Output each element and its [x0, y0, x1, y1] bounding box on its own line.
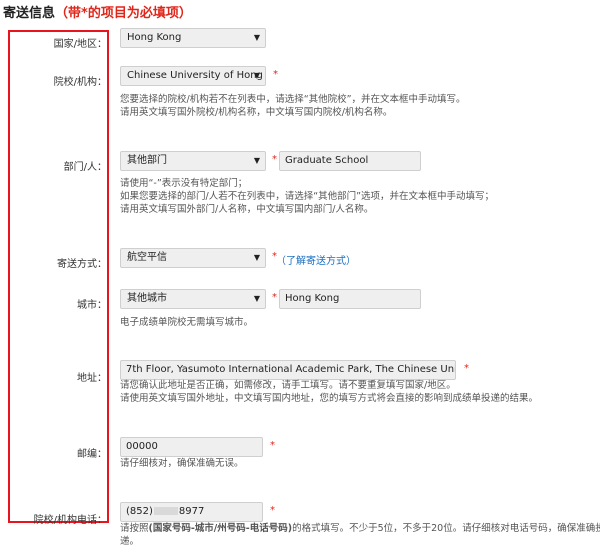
phone-suffix: 8977 [178, 506, 205, 517]
shipping-link-text: 了解寄送方式 [286, 256, 346, 267]
phone-label: 院校/机构电话： [33, 515, 107, 526]
phone-prefix: (852) [126, 506, 153, 517]
section-title-text: 寄送信息 [3, 6, 56, 21]
shipping-select-value: 航空平信 [127, 252, 167, 263]
chevron-down-icon: ▼ [253, 33, 260, 42]
address-label: 地址： [77, 373, 107, 384]
shipping-info-link[interactable]: （了解寄送方式） [276, 252, 356, 267]
chevron-down-icon: ▼ [253, 294, 260, 303]
required-mark: * [272, 292, 277, 303]
department-help-1: 请使用“-”表示没有特定部门； [120, 178, 248, 189]
department-help-2: 如果您要选择的部门/人若不在列表中，请选择“其他部门”选项，并在文本框中手动填写… [120, 191, 495, 202]
chevron-down-icon: ▼ [253, 156, 260, 165]
required-mark: * [270, 440, 275, 451]
postcode-input[interactable]: 00000 [120, 437, 263, 457]
required-note: （带*的项目为必填项） [55, 6, 192, 21]
department-text-input[interactable]: Graduate School [279, 151, 421, 171]
address-input[interactable]: 7th Floor, Yasumoto International Academ… [120, 360, 456, 380]
section-title: 寄送信息（带*的项目为必填项） [3, 2, 192, 21]
department-select-value: 其他部门 [127, 155, 167, 166]
department-help-3: 请用英文填写国外部门/人名称，中文填写国内部门/人名称。 [120, 204, 374, 215]
shipping-select[interactable]: 航空平信 ▼ [120, 248, 266, 268]
institution-select-value: Chinese University of Hong K [127, 70, 266, 81]
city-select[interactable]: 其他城市 ▼ [120, 289, 266, 309]
chevron-down-icon: ▼ [253, 253, 260, 262]
country-label: 国家/地区： [53, 39, 107, 50]
shipping-label: 寄送方式： [57, 259, 107, 270]
institution-help-2: 请用英文填写国外院校/机构名称，中文填写国内院校/机构名称。 [120, 107, 393, 118]
chevron-down-icon: ▼ [253, 71, 260, 80]
required-mark: * [273, 69, 278, 80]
city-label: 城市： [77, 300, 107, 311]
required-mark: * [464, 363, 469, 374]
institution-select[interactable]: Chinese University of Hong K ▼ [120, 66, 266, 86]
required-mark: * [270, 505, 275, 516]
address-help-1: 请您确认此地址是否正确，如需修改，请手工填写。请不要重复填写国家/地区。 [120, 380, 456, 391]
country-select-value: Hong Kong [127, 32, 182, 43]
phone-help-post: 的格式填写。不少于5位，不多于20位。请仔细核对电话号码，确保准确投 [292, 523, 600, 534]
phone-help-pre: 请按照 [120, 523, 149, 534]
postcode-label: 邮编： [77, 449, 107, 460]
address-help-2: 请使用英文填写国外地址，中文填写国内地址，您的填写方式将会直接的影响到成绩单投递… [120, 393, 539, 404]
phone-help-format: (国家号码-城市/州号码-电话号码) [148, 523, 293, 534]
postcode-help: 请仔细核对，确保准确无误。 [120, 458, 244, 469]
phone-input[interactable]: (852) 8977 [120, 502, 263, 522]
shipping-link-open: （ [276, 256, 286, 267]
phone-help-2: 递。 [120, 536, 140, 547]
department-label: 部门/人： [63, 162, 107, 173]
masked-redaction [153, 507, 178, 515]
phone-help: 请按照(国家号码-城市/州号码-电话号码)的格式填写。不少于5位，不多于20位。… [120, 523, 600, 536]
city-text-input[interactable]: Hong Kong [279, 289, 421, 309]
institution-label: 院校/机构： [53, 77, 107, 88]
department-select[interactable]: 其他部门 ▼ [120, 151, 266, 171]
institution-help-1: 您要选择的院校/机构若不在列表中，请选择“其他院校”，并在文本框中手动填写。 [120, 94, 466, 105]
city-select-value: 其他城市 [127, 293, 167, 304]
country-select[interactable]: Hong Kong ▼ [120, 28, 266, 48]
shipping-link-close: ） [346, 256, 356, 267]
city-help: 电子成绩单院校无需填写城市。 [120, 317, 254, 328]
required-mark: * [272, 154, 277, 165]
